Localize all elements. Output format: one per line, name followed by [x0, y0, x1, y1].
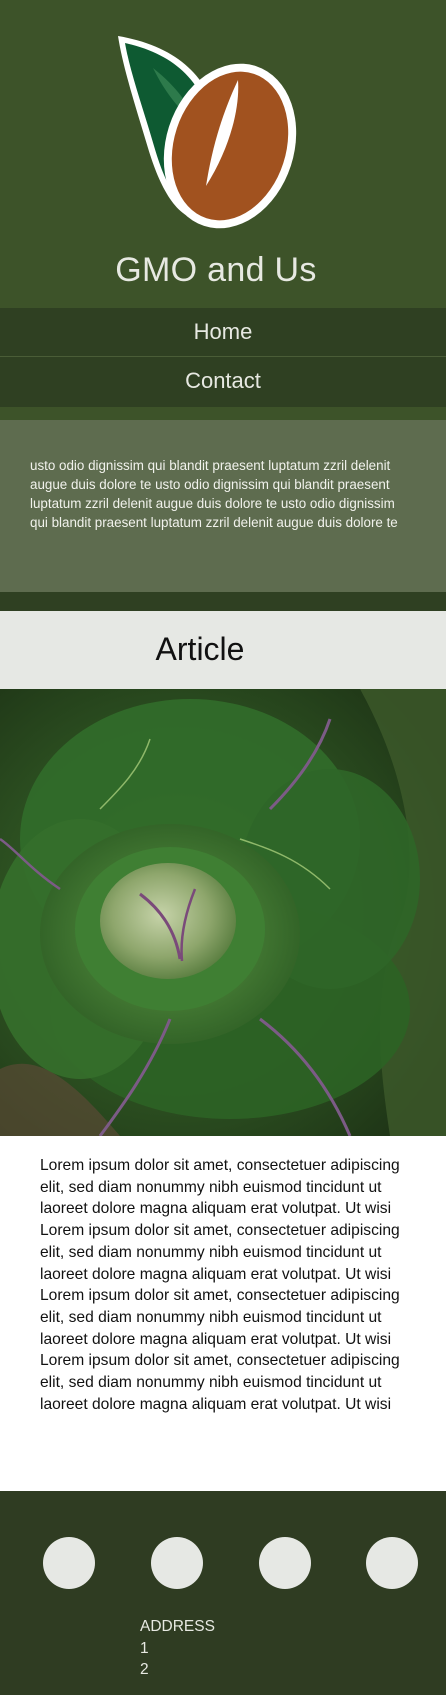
address-line-2: 2 — [140, 1661, 149, 1679]
intro-text: usto odio dignissim qui blandit praesent… — [30, 458, 398, 530]
nav-divider — [0, 407, 446, 420]
article-header: Article — [0, 611, 446, 689]
site-header: GMO and Us — [0, 0, 446, 308]
coffee-bean-leaf-logo-icon — [118, 36, 297, 229]
cabbage-photo-icon — [0, 689, 446, 1136]
intro-section: usto odio dignissim qui blandit praesent… — [0, 420, 446, 592]
footer-address: ADDRESS 1 2 — [140, 1616, 215, 1681]
nav-item-home[interactable]: Home — [0, 308, 446, 357]
article-title: Article — [155, 631, 245, 667]
site-title: GMO and Us — [115, 251, 317, 289]
address-label: ADDRESS — [140, 1618, 215, 1635]
social-circle-icon[interactable] — [43, 1537, 95, 1589]
social-circle-icon[interactable] — [151, 1537, 203, 1589]
nav-item-contact[interactable]: Contact — [0, 357, 446, 407]
section-divider — [0, 592, 446, 611]
social-circle-icon[interactable] — [259, 1537, 311, 1589]
site-footer: ADDRESS 1 2 — [0, 1491, 446, 1695]
article-body: Lorem ipsum dolor sit amet, consectetuer… — [40, 1157, 400, 1413]
page: GMO and Us Home Contact usto odio dignis… — [0, 0, 446, 1695]
social-circle-icon[interactable] — [366, 1537, 418, 1589]
address-line-1: 1 — [140, 1639, 149, 1657]
